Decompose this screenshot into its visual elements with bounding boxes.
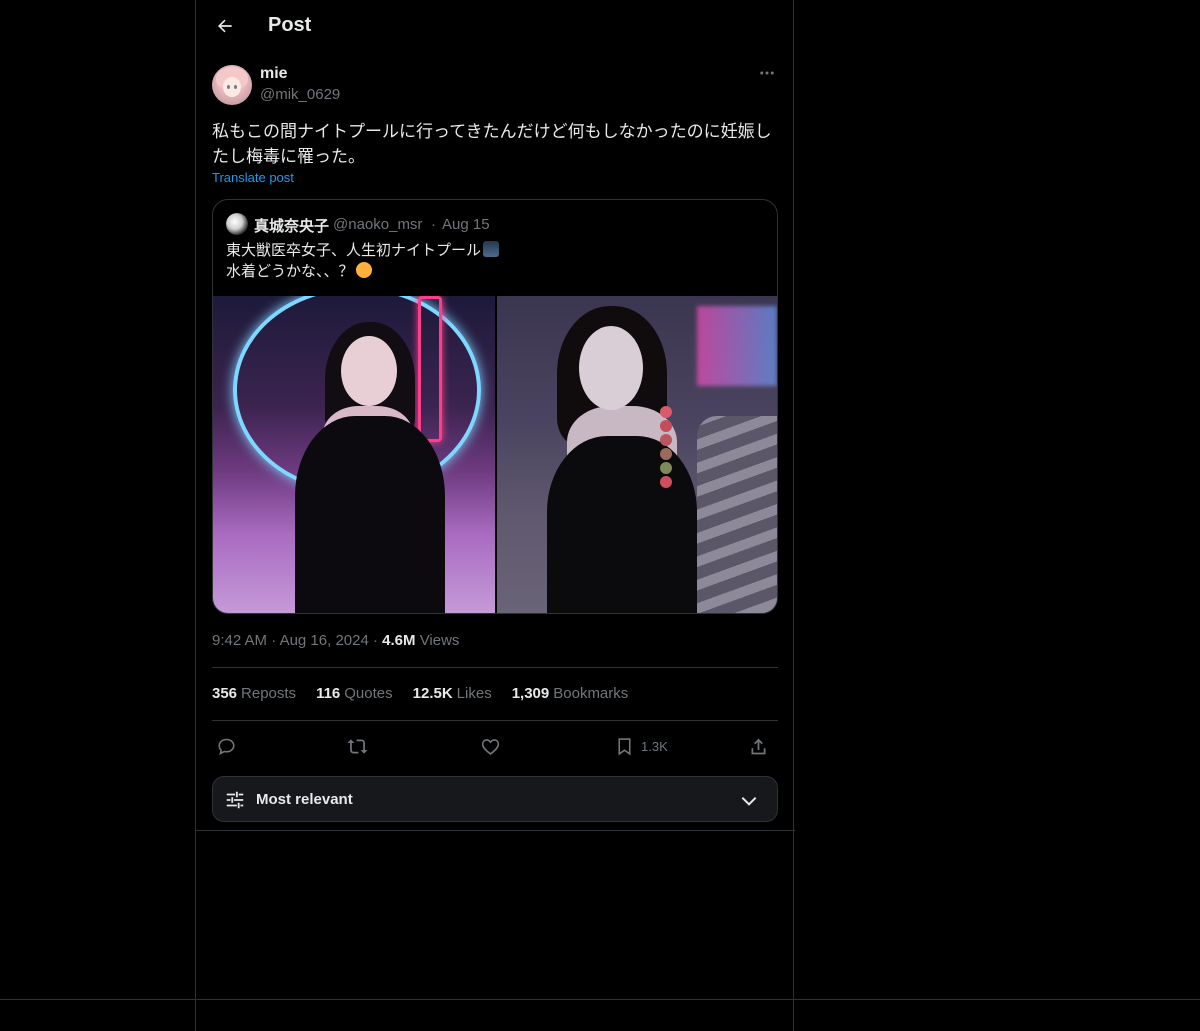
quote-line-2: 水着どうかな、、？ bbox=[226, 262, 354, 280]
page-header: Post bbox=[196, 0, 793, 53]
author-name[interactable]: mie bbox=[260, 65, 288, 83]
quote-avatar bbox=[226, 213, 248, 235]
post-date[interactable]: Aug 16, 2024 bbox=[280, 632, 369, 649]
bookmark-count: 1.3K bbox=[641, 738, 668, 754]
sliders-icon bbox=[226, 791, 244, 809]
divider bbox=[212, 667, 778, 668]
post-time[interactable]: 9:42 AM bbox=[212, 632, 267, 649]
avatar[interactable] bbox=[212, 65, 252, 105]
likes-stat[interactable]: 12.5K Likes bbox=[413, 685, 492, 702]
reposts-stat[interactable]: 356 Reposts bbox=[212, 685, 296, 702]
quoted-post[interactable]: 真城奈央子 @naoko_msr · Aug 15 東大獣医卒女子、人生初ナイト… bbox=[212, 199, 778, 614]
chevron-down-icon bbox=[741, 796, 757, 806]
arrow-left-icon bbox=[218, 19, 232, 33]
views-label: Views bbox=[419, 632, 460, 649]
kissing-face-emoji-icon bbox=[355, 262, 372, 278]
quote-photo-1[interactable] bbox=[213, 296, 495, 613]
views-count: 4.6M bbox=[382, 632, 416, 649]
quote-photo-2[interactable] bbox=[497, 296, 777, 613]
more-options-button[interactable] bbox=[756, 62, 778, 84]
sort-label: Most relevant bbox=[256, 791, 353, 808]
page-title: Post bbox=[268, 14, 312, 36]
repost-icon bbox=[347, 738, 368, 754]
author-handle[interactable]: @mik_0629 bbox=[260, 86, 340, 103]
action-bar: 1.3K bbox=[212, 731, 778, 761]
reply-icon bbox=[218, 738, 235, 755]
back-button[interactable] bbox=[208, 9, 242, 43]
quote-author-name: 真城奈央子 bbox=[254, 217, 330, 235]
bookmark-icon bbox=[618, 737, 631, 755]
main-column: Post mie @mik_0629 私もこの間ナイトプールに行ってきたんだけど… bbox=[195, 0, 795, 1031]
quote-date: Aug 15 bbox=[442, 216, 490, 233]
heart-icon bbox=[481, 738, 500, 755]
night-city-emoji-icon bbox=[483, 241, 500, 257]
more-dots-icon bbox=[760, 71, 774, 75]
divider bbox=[212, 720, 778, 721]
quote-author-handle: @naoko_msr bbox=[333, 216, 423, 233]
bookmark-button[interactable]: 1.3K bbox=[614, 731, 668, 761]
divider bbox=[196, 830, 795, 831]
share-icon bbox=[751, 738, 766, 754]
reply-button[interactable] bbox=[216, 731, 237, 761]
post-meta: 9:42 AM · Aug 16, 2024 · 4.6M Views bbox=[212, 632, 460, 649]
translate-post-link[interactable]: Translate post bbox=[212, 170, 294, 185]
post-stats: 356 Reposts 116 Quotes 12.5K Likes 1,309 Boo… bbox=[212, 685, 628, 702]
repost-button[interactable] bbox=[347, 731, 368, 761]
quote-line-1: 東大獣医卒女子、人生初ナイトプール bbox=[226, 241, 482, 259]
quotes-stat[interactable]: 116 Quotes bbox=[316, 685, 393, 702]
post-text: 私もこの間ナイトプールに行ってきたんだけど何もしなかったのに妊娠したし梅毒に罹っ… bbox=[212, 122, 772, 167]
quote-text: 東大獣医卒女子、人生初ナイトプール 水着どうかな、、？ bbox=[226, 240, 500, 282]
share-button[interactable] bbox=[748, 731, 769, 761]
quote-separator: · bbox=[431, 216, 436, 233]
like-button[interactable] bbox=[480, 731, 501, 761]
reply-sort-dropdown[interactable]: Most relevant bbox=[212, 776, 778, 822]
bookmarks-stat[interactable]: 1,309 Bookmarks bbox=[512, 685, 629, 702]
